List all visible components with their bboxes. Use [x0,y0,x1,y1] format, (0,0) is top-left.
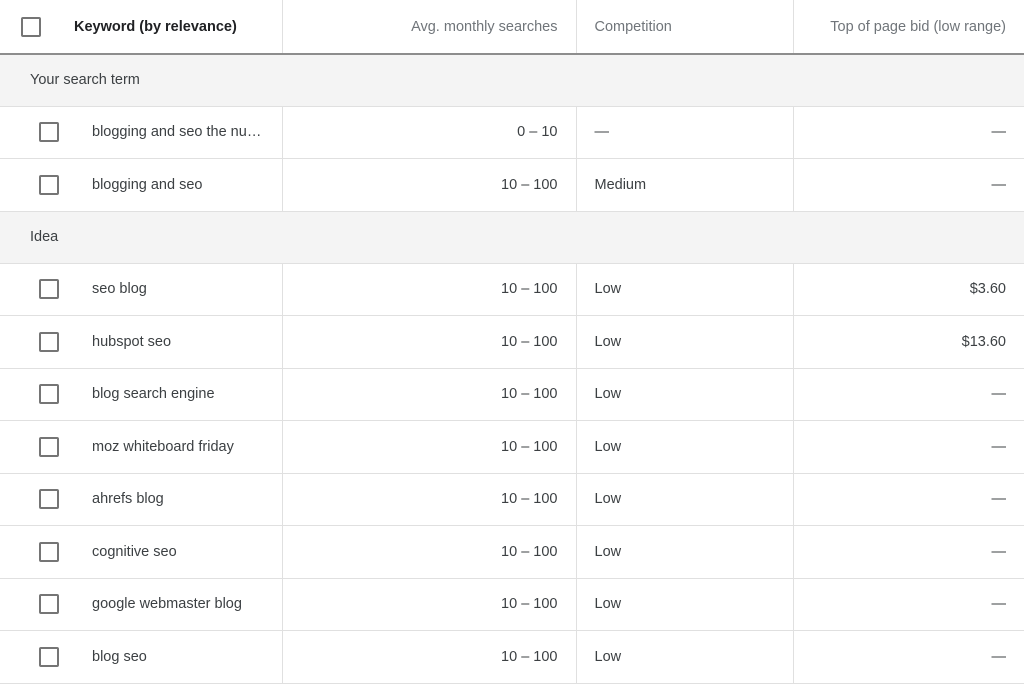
cell-top-of-page-bid: — [793,368,1024,421]
keyword-text: cognitive seo [92,544,177,560]
cell-avg-monthly-searches: 10 – 100 [282,473,576,526]
column-header-top-of-page-bid-label: Top of page bid (low range) [830,19,1006,35]
cell-competition: Low [576,368,793,421]
cell-keyword[interactable]: seo blog [0,263,282,316]
row-checkbox-cell[interactable] [18,437,80,457]
table-header: Keyword (by relevance) Avg. monthly sear… [0,0,1024,54]
table-row[interactable]: google webmaster blog 10 – 100 Low — [0,578,1024,631]
table-row[interactable]: hubspot seo 10 – 100 Low $13.60 [0,316,1024,369]
row-checkbox[interactable] [39,175,59,195]
cell-top-of-page-bid: — [793,578,1024,631]
table-row[interactable]: seo blog 10 – 100 Low $3.60 [0,263,1024,316]
group-header-row: Idea [0,211,1024,263]
cell-avg-monthly-searches: 10 – 100 [282,578,576,631]
cell-top-of-page-bid: — [793,421,1024,474]
column-header-competition-label: Competition [595,19,672,35]
row-checkbox-cell[interactable] [18,542,80,562]
row-checkbox[interactable] [39,647,59,667]
cell-competition: Low [576,263,793,316]
column-header-avg-monthly-searches-label: Avg. monthly searches [411,19,557,35]
table-row[interactable]: ahrefs blog 10 – 100 Low — [0,473,1024,526]
table-header-row: Keyword (by relevance) Avg. monthly sear… [0,0,1024,54]
cell-keyword[interactable]: google webmaster blog [0,578,282,631]
table-row[interactable]: blogging and seo the nuts … 0 – 10 — — [0,106,1024,159]
row-checkbox[interactable] [39,122,59,142]
cell-competition: — [576,106,793,159]
row-checkbox-cell[interactable] [18,175,80,195]
cell-avg-monthly-searches: 10 – 100 [282,526,576,579]
group-header-label: Your search term [0,54,1024,106]
row-checkbox[interactable] [39,437,59,457]
row-checkbox[interactable] [39,542,59,562]
keyword-text: ahrefs blog [92,491,164,507]
cell-competition: Low [576,526,793,579]
row-checkbox[interactable] [39,489,59,509]
cell-keyword[interactable]: blogging and seo the nuts … [0,106,282,159]
column-header-competition[interactable]: Competition [576,0,793,54]
keyword-results-table: Keyword (by relevance) Avg. monthly sear… [0,0,1024,684]
cell-avg-monthly-searches: 0 – 10 [282,106,576,159]
cell-keyword[interactable]: cognitive seo [0,526,282,579]
keyword-text: blogging and seo [92,177,202,193]
column-header-top-of-page-bid[interactable]: Top of page bid (low range) [793,0,1024,54]
table-row[interactable]: blog search engine 10 – 100 Low — [0,368,1024,421]
cell-top-of-page-bid: — [793,106,1024,159]
row-checkbox-cell[interactable] [18,332,80,352]
keyword-text: blog search engine [92,386,215,402]
cell-competition: Low [576,316,793,369]
cell-top-of-page-bid: — [793,159,1024,212]
keyword-text: moz whiteboard friday [92,439,234,455]
row-checkbox[interactable] [39,279,59,299]
cell-competition: Low [576,473,793,526]
cell-competition: Low [576,631,793,684]
cell-top-of-page-bid: $13.60 [793,316,1024,369]
row-checkbox[interactable] [39,384,59,404]
cell-keyword[interactable]: blog search engine [0,368,282,421]
cell-top-of-page-bid: — [793,631,1024,684]
cell-keyword[interactable]: ahrefs blog [0,473,282,526]
keyword-text: hubspot seo [92,334,171,350]
cell-avg-monthly-searches: 10 – 100 [282,631,576,684]
keyword-text: blogging and seo the nuts … [92,124,264,140]
keyword-results-table-container: Keyword (by relevance) Avg. monthly sear… [0,0,1024,686]
row-checkbox-cell[interactable] [18,647,80,667]
cell-keyword[interactable]: hubspot seo [0,316,282,369]
column-header-keyword-label: Keyword (by relevance) [74,19,237,35]
select-all-checkbox-cell[interactable] [0,17,62,37]
row-checkbox-cell[interactable] [18,122,80,142]
cell-avg-monthly-searches: 10 – 100 [282,263,576,316]
row-checkbox-cell[interactable] [18,489,80,509]
group-header-label: Idea [0,211,1024,263]
cell-avg-monthly-searches: 10 – 100 [282,421,576,474]
cell-avg-monthly-searches: 10 – 100 [282,368,576,421]
cell-keyword[interactable]: blogging and seo [0,159,282,212]
row-checkbox-cell[interactable] [18,594,80,614]
column-header-keyword[interactable]: Keyword (by relevance) [0,0,282,54]
group-header-row: Your search term [0,54,1024,106]
keyword-text: google webmaster blog [92,596,242,612]
row-checkbox-cell[interactable] [18,279,80,299]
table-row[interactable]: blog seo 10 – 100 Low — [0,631,1024,684]
cell-competition: Low [576,578,793,631]
cell-competition: Medium [576,159,793,212]
cell-avg-monthly-searches: 10 – 100 [282,316,576,369]
keyword-text: blog seo [92,649,147,665]
cell-keyword[interactable]: blog seo [0,631,282,684]
cell-keyword[interactable]: moz whiteboard friday [0,421,282,474]
table-row[interactable]: cognitive seo 10 – 100 Low — [0,526,1024,579]
column-header-avg-monthly-searches[interactable]: Avg. monthly searches [282,0,576,54]
row-checkbox[interactable] [39,332,59,352]
table-body: Your search term blogging and seo the nu… [0,54,1024,683]
cell-competition: Low [576,421,793,474]
select-all-checkbox[interactable] [21,17,41,37]
row-checkbox[interactable] [39,594,59,614]
keyword-text: seo blog [92,281,147,297]
cell-top-of-page-bid: — [793,473,1024,526]
row-checkbox-cell[interactable] [18,384,80,404]
cell-top-of-page-bid: $3.60 [793,263,1024,316]
table-row[interactable]: moz whiteboard friday 10 – 100 Low — [0,421,1024,474]
cell-top-of-page-bid: — [793,526,1024,579]
table-row[interactable]: blogging and seo 10 – 100 Medium — [0,159,1024,212]
cell-avg-monthly-searches: 10 – 100 [282,159,576,212]
